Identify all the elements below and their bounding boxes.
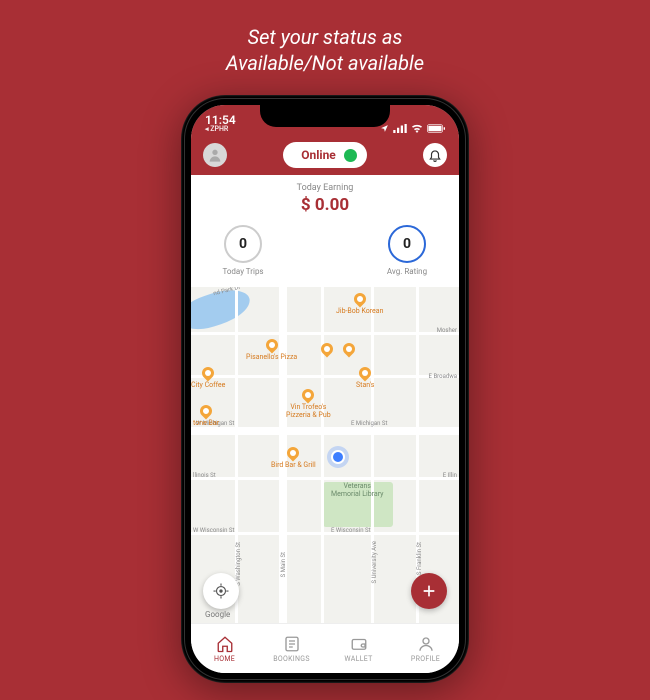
avg-rating-value: 0 xyxy=(388,225,426,263)
earning-summary-card: Today Earning $ 0.00 0 Today Trips 0 Avg… xyxy=(191,175,459,286)
profile-icon xyxy=(417,635,435,653)
earning-amount: $ 0.00 xyxy=(191,195,459,215)
nav-bookings[interactable]: BOOKINGS xyxy=(258,624,325,673)
map-poi[interactable] xyxy=(321,343,333,357)
nav-home-label: HOME xyxy=(214,655,235,663)
bell-icon xyxy=(428,148,442,162)
street-label: E Illin xyxy=(443,472,457,479)
street-label: E Broadwa xyxy=(429,373,457,380)
location-arrow-icon xyxy=(380,124,389,133)
map-poi[interactable]: Vin Trofeo'sPizzeria & Pub xyxy=(286,389,331,419)
notifications-button[interactable] xyxy=(423,143,447,167)
availability-label: Online xyxy=(301,148,336,162)
promo-line-2: Available/Not available xyxy=(0,50,650,76)
map-poi[interactable]: Stan's xyxy=(356,367,374,389)
nav-wallet[interactable]: WALLET xyxy=(325,624,392,673)
crosshair-icon xyxy=(212,582,230,600)
map-poi[interactable] xyxy=(343,343,355,357)
locate-me-button[interactable] xyxy=(203,573,239,609)
earning-label: Today Earning xyxy=(191,183,459,193)
today-trips-label: Today Trips xyxy=(191,267,295,276)
promo-line-1: Set your status as xyxy=(0,24,650,50)
map-poi[interactable]: Bird Bar & Grill xyxy=(271,447,316,469)
map-view[interactable]: nd Park Dr W Michigan St E Michigan St M… xyxy=(191,287,459,623)
street-label: W Wisconsin St xyxy=(193,527,234,534)
nav-bookings-label: BOOKINGS xyxy=(273,655,310,663)
phone-frame: 11:54 ◂ ZPHR Online Today Earn xyxy=(181,95,469,683)
street-label: S Main St xyxy=(280,552,287,577)
availability-toggle[interactable]: Online xyxy=(283,142,367,168)
street-label: S Franklin St xyxy=(416,542,423,575)
avatar-icon xyxy=(207,147,223,163)
current-location-marker xyxy=(331,450,345,464)
plus-icon xyxy=(421,583,437,599)
app-header: Online xyxy=(191,135,459,175)
map-poi[interactable]: Pisanello's Pizza xyxy=(246,339,297,361)
wallet-icon xyxy=(350,635,368,653)
map-road xyxy=(321,287,324,623)
signal-icon xyxy=(393,124,407,133)
today-trips-metric: 0 Today Trips xyxy=(191,225,295,276)
phone-screen: 11:54 ◂ ZPHR Online Today Earn xyxy=(191,105,459,673)
nav-wallet-label: WALLET xyxy=(344,655,372,663)
street-label: E Michigan St xyxy=(351,420,387,427)
avg-rating-metric: 0 Avg. Rating xyxy=(355,225,459,276)
phone-notch xyxy=(260,105,390,127)
profile-avatar-button[interactable] xyxy=(203,143,227,167)
map-poi[interactable]: VeteransMemorial Library xyxy=(331,482,383,498)
nav-profile-label: PROFILE xyxy=(411,655,440,663)
street-label: E Wisconsin St xyxy=(331,527,371,534)
bookings-icon xyxy=(283,635,301,653)
street-label: S Washington St xyxy=(235,542,242,586)
promo-caption: Set your status as Available/Not availab… xyxy=(0,24,650,76)
nav-home[interactable]: HOME xyxy=(191,624,258,673)
avg-rating-label: Avg. Rating xyxy=(355,267,459,276)
today-trips-value: 0 xyxy=(224,225,262,263)
wifi-icon xyxy=(411,124,423,133)
street-label: S University Ave xyxy=(371,541,378,583)
status-indicator-icon xyxy=(344,149,357,162)
map-poi[interactable]: tone Bar xyxy=(193,405,219,427)
street-label: Mosher xyxy=(437,327,457,334)
bottom-nav: HOME BOOKINGS WALLET PROFILE xyxy=(191,623,459,673)
map-poi[interactable]: Jib-Bob Korean xyxy=(336,293,383,315)
nav-profile[interactable]: PROFILE xyxy=(392,624,459,673)
home-icon xyxy=(216,635,234,653)
google-attribution: Google xyxy=(205,610,230,619)
battery-icon xyxy=(427,124,445,133)
add-fab-button[interactable] xyxy=(411,573,447,609)
map-poi[interactable]: City Coffee xyxy=(191,367,225,389)
status-back-to-app[interactable]: ◂ ZPHR xyxy=(205,126,236,133)
street-label: llinois St xyxy=(193,472,216,479)
